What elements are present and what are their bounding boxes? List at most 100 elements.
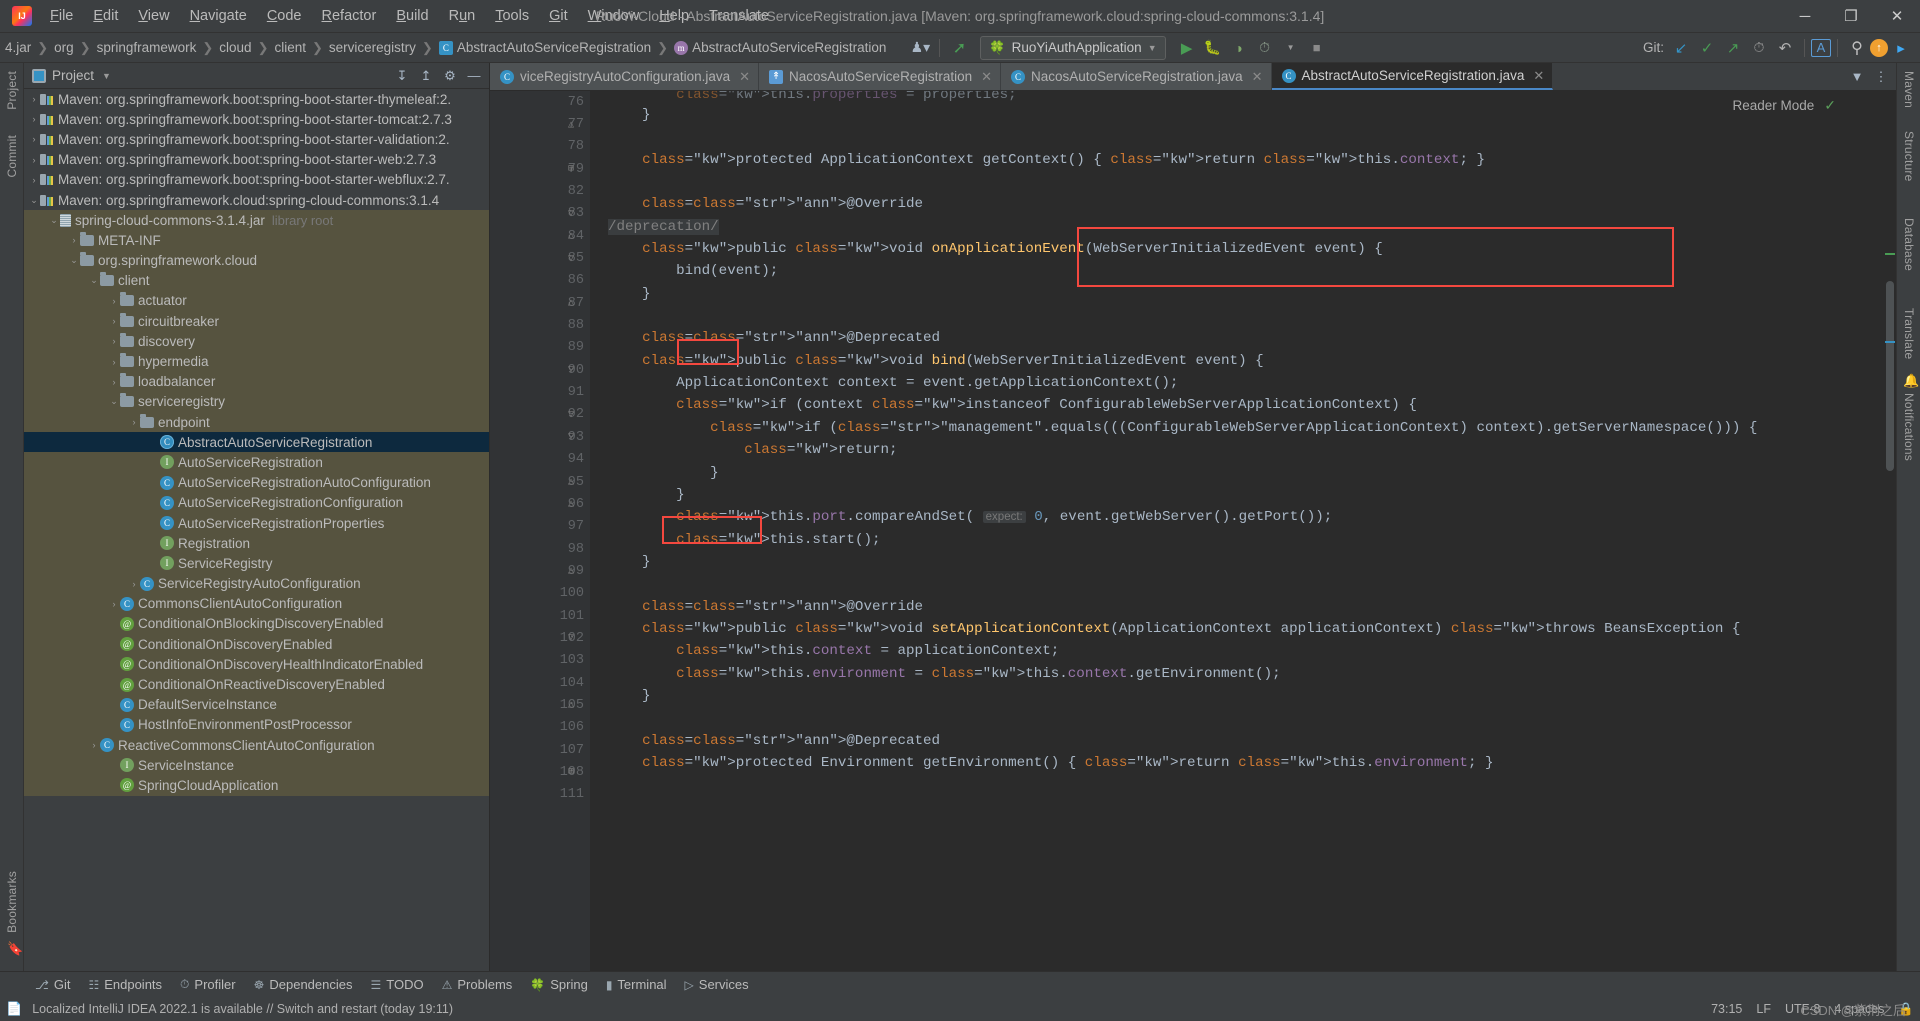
tree-node[interactable]: ›CServiceRegistryAutoConfiguration bbox=[24, 574, 489, 594]
breadcrumb-method[interactable]: m AbstractAutoServiceRegistration bbox=[671, 38, 889, 57]
collapse-all-icon[interactable]: ↧ bbox=[391, 65, 413, 87]
tree-node[interactable]: ›circuitbreaker bbox=[24, 311, 489, 331]
menu-tools[interactable]: Tools bbox=[485, 4, 539, 28]
chevron-right-icon[interactable]: › bbox=[128, 417, 140, 427]
chevron-down-icon[interactable]: ⌄ bbox=[88, 275, 100, 286]
run-icon[interactable]: ▶ bbox=[1174, 36, 1200, 60]
code-fold-icon[interactable]: ▽ bbox=[564, 248, 578, 270]
tree-node[interactable]: ›Maven: org.springframework.boot:spring-… bbox=[24, 129, 489, 149]
tree-node[interactable]: IRegistration bbox=[24, 533, 489, 553]
tree-node[interactable]: ›discovery bbox=[24, 331, 489, 351]
menu-refactor[interactable]: Refactor bbox=[312, 4, 387, 28]
editor-tab[interactable]: NacosAutoServiceRegistration✕ bbox=[759, 63, 1001, 90]
tree-node[interactable]: ›Maven: org.springframework.boot:spring-… bbox=[24, 170, 489, 190]
chevron-down-icon[interactable]: ⌄ bbox=[108, 396, 120, 407]
menu-navigate[interactable]: Navigate bbox=[180, 4, 257, 28]
gutter-line[interactable]: 103 bbox=[490, 650, 590, 672]
gutter-line[interactable]: 111 bbox=[490, 784, 590, 806]
code-line[interactable]: } bbox=[608, 685, 1896, 707]
close-tab-icon[interactable]: ✕ bbox=[739, 69, 750, 85]
project-tree[interactable]: ›Maven: org.springframework.boot:spring-… bbox=[24, 89, 489, 971]
gutter-line[interactable]: 107 bbox=[490, 739, 590, 761]
code-fold-icon[interactable]: ▽ bbox=[564, 203, 578, 225]
menu-git[interactable]: Git bbox=[539, 4, 578, 28]
chevron-right-icon[interactable]: › bbox=[108, 357, 120, 367]
breadcrumb-springframework[interactable]: springframework bbox=[94, 38, 200, 57]
editor-tab-bar[interactable]: CviceRegistryAutoConfiguration.java✕Naco… bbox=[490, 63, 1896, 91]
ide-play-icon[interactable]: ▸ bbox=[1888, 36, 1914, 60]
translate-icon[interactable]: A bbox=[1811, 39, 1831, 57]
gutter-line[interactable]: 108⊞ bbox=[490, 761, 590, 783]
code-fold-icon[interactable]: ▽ bbox=[564, 359, 578, 381]
gutter-line[interactable]: 96△ bbox=[490, 493, 590, 515]
run-with-coverage-icon[interactable]: ◑ bbox=[1226, 36, 1252, 60]
search-everywhere-icon[interactable]: ⚲ bbox=[1844, 36, 1870, 60]
menu-run[interactable]: Run bbox=[439, 4, 486, 28]
bottom-tab-profiler[interactable]: ⏱Profiler bbox=[171, 974, 245, 995]
gutter-line[interactable]: 97 bbox=[490, 516, 590, 538]
menu-translate[interactable]: Translate bbox=[699, 4, 779, 28]
chevron-right-icon[interactable]: › bbox=[88, 740, 100, 750]
caret-position[interactable]: 73:15 bbox=[1711, 1002, 1742, 1016]
tree-node[interactable]: ⌄client bbox=[24, 271, 489, 291]
run-configuration-selector[interactable]: 🍀 RuoYiAuthApplication ▼ bbox=[980, 36, 1165, 60]
gutter-line[interactable]: 83▽ bbox=[490, 203, 590, 225]
chevron-down-icon[interactable]: ⌄ bbox=[28, 195, 40, 206]
chevron-right-icon[interactable]: › bbox=[108, 296, 120, 306]
chevron-right-icon[interactable]: › bbox=[28, 175, 40, 185]
tree-node[interactable]: CAutoServiceRegistrationAutoConfiguratio… bbox=[24, 473, 489, 493]
gutter-line[interactable]: 77△ bbox=[490, 113, 590, 135]
debug-icon[interactable]: 🐛 bbox=[1200, 36, 1226, 60]
chevron-right-icon[interactable]: › bbox=[28, 94, 40, 104]
gutter-line[interactable]: 87△ bbox=[490, 292, 590, 314]
code-line[interactable]: class="kw">public class="kw">void bind(W… bbox=[608, 350, 1896, 372]
bottom-tab-endpoints[interactable]: ☷Endpoints bbox=[79, 974, 171, 995]
git-update-icon[interactable]: ↙ bbox=[1668, 36, 1694, 60]
tree-node[interactable]: @ConditionalOnDiscoveryHealthIndicatorEn… bbox=[24, 654, 489, 674]
gutter-line[interactable]: 86 bbox=[490, 270, 590, 292]
notification-icon[interactable]: 📄 bbox=[6, 1001, 22, 1017]
code-line[interactable] bbox=[608, 171, 1896, 193]
gutter-line[interactable]: 78 bbox=[490, 136, 590, 158]
tree-node[interactable]: IAutoServiceRegistration bbox=[24, 452, 489, 472]
tab-options-icon[interactable]: ⋮ bbox=[1870, 66, 1892, 88]
hide-panel-icon[interactable]: — bbox=[463, 65, 485, 87]
code-line[interactable]: class="kw">if (class="str">"management".… bbox=[608, 417, 1896, 439]
code-line[interactable]: } bbox=[608, 484, 1896, 506]
gutter-line[interactable]: 85◉↑▽ bbox=[490, 247, 590, 269]
gutter-line[interactable]: 92▽ bbox=[490, 404, 590, 426]
notifications-bell-icon[interactable]: 🔔 bbox=[1903, 373, 1919, 389]
close-tab-icon[interactable]: ✕ bbox=[1533, 68, 1544, 84]
chevron-right-icon[interactable]: › bbox=[28, 114, 40, 124]
stripe-button-bookmarks[interactable]: Bookmarks bbox=[5, 871, 19, 933]
close-button[interactable]: ✕ bbox=[1874, 0, 1920, 33]
code-line[interactable] bbox=[608, 126, 1896, 148]
gutter-line[interactable]: 79⊞ bbox=[490, 158, 590, 180]
profiler-dropdown-icon[interactable]: ▼ bbox=[1278, 36, 1304, 60]
indent-setting[interactable]: 4 spaces bbox=[1834, 1002, 1884, 1016]
tree-node[interactable]: ›endpoint bbox=[24, 412, 489, 432]
bottom-tab-todo[interactable]: ☰TODO bbox=[362, 974, 433, 995]
breadcrumb-cloud[interactable]: cloud bbox=[216, 38, 254, 57]
code-line[interactable]: class=class="str">"ann">@Deprecated bbox=[608, 730, 1896, 752]
tree-node[interactable]: @ConditionalOnDiscoveryEnabled bbox=[24, 634, 489, 654]
code-line[interactable]: class="kw">this.environment = class="kw"… bbox=[608, 663, 1896, 685]
tree-node[interactable]: IServiceRegistry bbox=[24, 553, 489, 573]
code-line[interactable]: class="kw">public class="kw">void onAppl… bbox=[608, 238, 1896, 260]
stripe-button-notifications[interactable]: Notifications bbox=[1902, 393, 1916, 461]
code-line[interactable]: class="kw">return; bbox=[608, 439, 1896, 461]
tree-node[interactable]: IServiceInstance bbox=[24, 755, 489, 775]
menu-edit[interactable]: Edit bbox=[83, 4, 128, 28]
chevron-right-icon[interactable]: › bbox=[108, 336, 120, 346]
gutter-line[interactable]: 93▽ bbox=[490, 426, 590, 448]
profiler-icon[interactable]: ⏱ bbox=[1252, 36, 1278, 60]
stripe-button-translate[interactable]: Translate bbox=[1902, 308, 1916, 359]
editor-tab[interactable]: CAbstractAutoServiceRegistration.java✕ bbox=[1272, 63, 1554, 90]
maximize-button[interactable]: ❐ bbox=[1828, 0, 1874, 33]
code-line[interactable]: class="kw">this.port.compareAndSet( expe… bbox=[608, 506, 1896, 528]
chevron-right-icon[interactable]: › bbox=[128, 579, 140, 589]
gutter-line[interactable]: 105△ bbox=[490, 694, 590, 716]
user-avatar-icon[interactable]: ♟▾ bbox=[907, 36, 933, 60]
chevron-right-icon[interactable]: › bbox=[28, 155, 40, 165]
code-fold-icon[interactable]: ⊞ bbox=[564, 761, 578, 783]
